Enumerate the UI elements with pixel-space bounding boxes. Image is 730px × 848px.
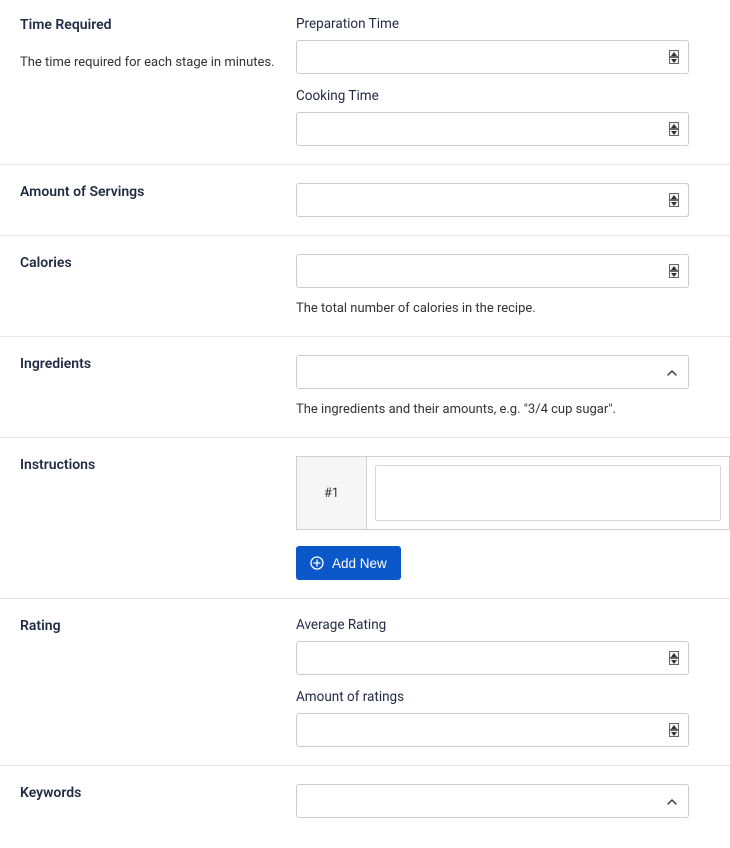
helper-calories: The total number of calories in the reci… <box>296 300 730 318</box>
input-ingredients[interactable] <box>296 355 689 389</box>
section-instructions: Instructions #1 Add New <box>0 438 730 599</box>
section-calories: Calories The total number of calories in… <box>0 236 730 337</box>
heading-servings: Amount of Servings <box>20 183 280 203</box>
input-calories[interactable] <box>296 254 689 288</box>
heading-time-required: Time Required <box>20 16 280 36</box>
section-servings: Amount of Servings <box>0 165 730 236</box>
heading-rating: Rating <box>20 617 280 637</box>
add-new-button[interactable]: Add New <box>296 546 401 580</box>
instructions-table: #1 <box>296 456 730 530</box>
instruction-row-number: #1 <box>297 457 367 529</box>
label-cooking-time: Cooking Time <box>296 88 730 104</box>
input-instruction-1[interactable] <box>375 465 721 521</box>
heading-instructions: Instructions <box>20 456 280 476</box>
heading-keywords: Keywords <box>20 784 280 804</box>
desc-time-required: The time required for each stage in minu… <box>20 54 280 73</box>
plus-circle-icon <box>310 556 324 570</box>
input-cooking-time[interactable] <box>296 112 689 146</box>
section-rating: Rating Average Rating Amount of ratings <box>0 599 730 766</box>
heading-calories: Calories <box>20 254 280 274</box>
label-average-rating: Average Rating <box>296 617 730 633</box>
label-amount-ratings: Amount of ratings <box>296 689 730 705</box>
heading-ingredients: Ingredients <box>20 355 280 375</box>
section-ingredients: Ingredients The ingredients and their am… <box>0 337 730 438</box>
section-keywords: Keywords <box>0 766 730 848</box>
section-time-required: Time Required The time required for each… <box>0 16 730 165</box>
label-preparation-time: Preparation Time <box>296 16 730 32</box>
input-amount-ratings[interactable] <box>296 713 689 747</box>
helper-ingredients: The ingredients and their amounts, e.g. … <box>296 401 730 419</box>
input-keywords[interactable] <box>296 784 689 818</box>
input-average-rating[interactable] <box>296 641 689 675</box>
input-preparation-time[interactable] <box>296 40 689 74</box>
input-servings[interactable] <box>296 183 689 217</box>
add-new-label: Add New <box>332 556 387 571</box>
